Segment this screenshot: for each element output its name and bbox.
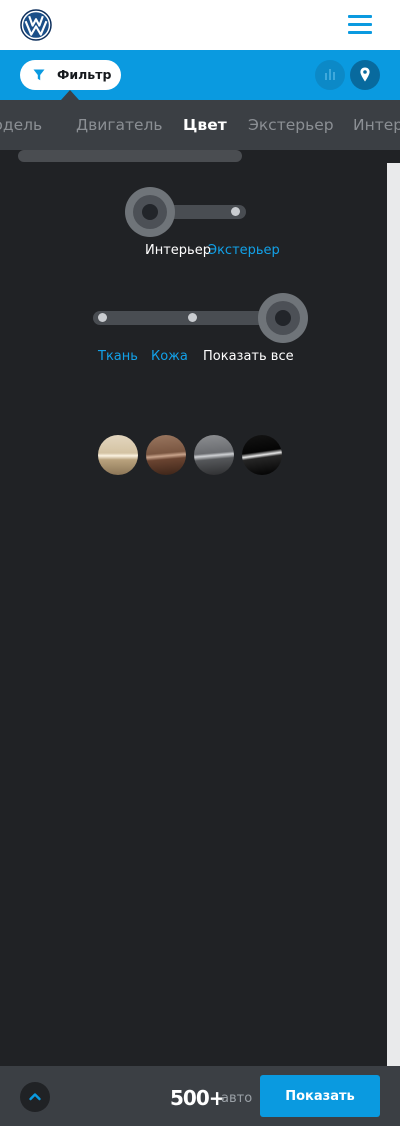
filter-bar: Фильтр xyxy=(0,50,400,100)
option-fabric[interactable]: Ткань xyxy=(98,349,138,364)
volkswagen-logo[interactable] xyxy=(20,9,52,41)
location-toggle-stop-exterior[interactable] xyxy=(231,207,240,216)
tab-exterior[interactable]: Экстерьер xyxy=(248,116,334,134)
scroll-up-button[interactable] xyxy=(20,1082,50,1112)
swatch-black[interactable] xyxy=(242,435,282,475)
swatch-beige[interactable] xyxy=(98,435,138,475)
location-toggle-knob[interactable] xyxy=(125,187,175,237)
chevron-up-icon xyxy=(29,1093,41,1101)
funnel-icon xyxy=(33,69,45,81)
material-slider-knob[interactable] xyxy=(258,293,308,343)
bottom-bar: 500+ авто Показать xyxy=(0,1066,400,1126)
swatch-brown[interactable] xyxy=(146,435,186,475)
swatch-grey[interactable] xyxy=(194,435,234,475)
result-count-unit: авто xyxy=(221,1091,253,1106)
bar-chart-icon xyxy=(325,69,335,80)
top-header xyxy=(0,0,400,50)
tab-model[interactable]: Модель xyxy=(0,116,42,134)
option-exterior[interactable]: Экстерьер xyxy=(208,243,280,258)
map-pin-icon xyxy=(360,67,370,82)
option-interior[interactable]: Интерьер xyxy=(145,243,211,258)
option-leather[interactable]: Кожа xyxy=(151,349,188,364)
tab-color[interactable]: Цвет xyxy=(183,116,227,134)
show-results-button[interactable]: Показать xyxy=(260,1075,380,1117)
material-stop-fabric[interactable] xyxy=(98,313,107,322)
filter-button[interactable]: Фильтр xyxy=(20,60,121,90)
filter-button-label: Фильтр xyxy=(57,67,112,82)
tab-engine[interactable]: Двигатель xyxy=(76,116,163,134)
filter-pointer xyxy=(61,90,79,100)
option-show-all[interactable]: Показать все xyxy=(203,349,294,364)
map-pin-button[interactable] xyxy=(350,60,380,90)
result-count: 500+ xyxy=(170,1086,226,1110)
material-stop-leather[interactable] xyxy=(188,313,197,322)
vertical-scrollbar[interactable] xyxy=(387,163,400,1066)
tab-interior[interactable]: Интерьер xyxy=(353,116,400,134)
category-tabs: Модель Двигатель Цвет Экстерьер Интерьер xyxy=(0,100,400,150)
tabs-scrollbar-thumb[interactable] xyxy=(18,150,242,162)
chart-button[interactable] xyxy=(315,60,345,90)
hamburger-menu-icon[interactable] xyxy=(346,14,374,36)
